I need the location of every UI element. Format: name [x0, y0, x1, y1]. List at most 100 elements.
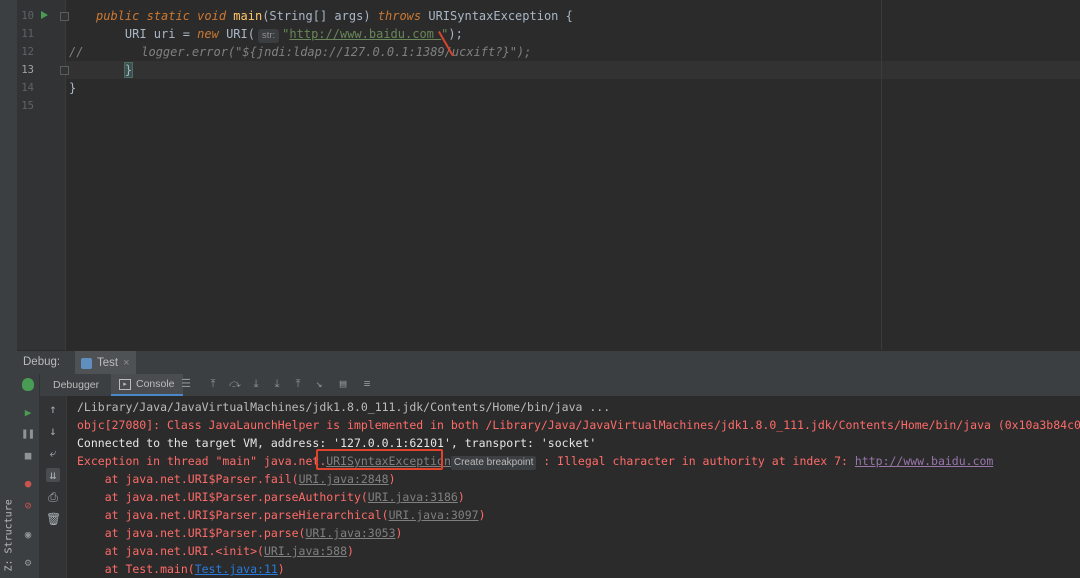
step-over-icon[interactable]: ⤼ — [229, 378, 241, 390]
frame-text: ) — [478, 508, 486, 522]
run-to-cursor-icon[interactable]: ↘ — [313, 378, 325, 390]
exception-message: : Illegal character in authority at inde… — [536, 454, 855, 468]
bug-icon — [22, 378, 34, 391]
frame-text: at Test.main( — [77, 562, 195, 576]
debug-toolbar: Debugger ▸ Console ☰ ⤒ ⤼ ⤓ ⤓ ⤒ ↘ ▤ ≡ — [17, 374, 1080, 397]
debug-title: Debug: — [23, 356, 61, 368]
session-tab-label: Test — [97, 357, 119, 369]
console-output[interactable]: /Library/Java/JavaVirtualMachines/jdk1.8… — [67, 396, 1080, 578]
create-breakpoint-button[interactable]: Create breakpoint — [450, 456, 537, 470]
print-icon[interactable]: ⎙ — [46, 490, 60, 504]
structure-tool-tab[interactable]: Z: Structure — [1, 499, 17, 576]
stack-frame: at java.net.URI$Parser.fail(URI.java:284… — [77, 470, 396, 488]
close-icon[interactable]: × — [123, 357, 129, 369]
frame-source-link[interactable]: URI.java:3186 — [368, 490, 458, 504]
code-comment: logger.error("${jndi:ldap://127.0.0.1:13… — [83, 45, 532, 59]
frame-source-link[interactable]: URI.java:588 — [264, 544, 347, 558]
frame-source-link[interactable]: URI.java:3097 — [389, 508, 479, 522]
force-step-into-icon[interactable]: ⤓ — [271, 378, 283, 390]
parameter-hint: str: — [257, 29, 280, 43]
fold-icon[interactable] — [60, 12, 69, 21]
evaluate-icon[interactable]: ▤ — [337, 378, 349, 390]
code-line-12: // logger.error("${jndi:ldap://127.0.0.1… — [69, 43, 531, 61]
debug-session-tab[interactable]: Test × — [75, 351, 136, 375]
stop-icon[interactable]: ■ — [21, 449, 35, 463]
tab-console[interactable]: ▸ Console — [111, 374, 183, 396]
view-breakpoints-icon[interactable]: ● — [21, 477, 35, 491]
code-keyword: public static void — [96, 9, 234, 23]
stack-frame: at java.net.URI.<init>(URI.java:588) — [77, 542, 354, 560]
soft-wrap-icon[interactable]: ⤶ — [46, 446, 60, 460]
tab-debugger-label: Debugger — [53, 379, 100, 391]
line-number: 11 — [21, 28, 34, 40]
scroll-up-icon[interactable]: ↑ — [46, 402, 60, 416]
stack-frame: at java.net.URI$Parser.parseHierarchical… — [77, 506, 486, 524]
resume-icon[interactable]: ▶ — [21, 406, 35, 420]
frame-source-link[interactable]: Test.java:11 — [195, 562, 278, 576]
code-line-10: public static void main(String[] args) t… — [96, 7, 573, 25]
tab-console-label: Console — [136, 378, 175, 390]
console-toolbar: ↑ ↓ ⤶ ⇊ ⎙ 🗑 — [40, 396, 67, 578]
mute-breakpoints-icon[interactable]: ⊘ — [21, 499, 35, 513]
code-string-url[interactable]: http://www.baidu.com — [289, 27, 441, 41]
code-editor[interactable]: 10 11 12 13 14 15 public static void mai… — [17, 0, 1080, 350]
menu-icon[interactable]: ☰ — [180, 378, 192, 390]
line-number: 13 — [21, 64, 34, 76]
scroll-to-end-icon[interactable]: ⇊ — [46, 468, 60, 482]
code-text: ); — [448, 27, 463, 41]
scroll-down-icon[interactable]: ↓ — [46, 424, 60, 438]
pause-icon[interactable]: ❚❚ — [21, 427, 35, 441]
fold-icon[interactable] — [60, 66, 69, 75]
code-text: (String[] args) — [262, 9, 378, 23]
console-line: objc[27080]: Class JavaLaunchHelper is i… — [77, 418, 1080, 432]
line-number: 10 — [21, 10, 34, 22]
debug-window-header: Debug: Test × — [17, 350, 1080, 375]
frame-text: at java.net.URI$Parser.parseHierarchical… — [77, 508, 389, 522]
annotation-highlight-box — [316, 449, 443, 470]
frame-text: ) — [395, 526, 403, 540]
right-margin-guide — [881, 0, 882, 350]
step-into-icon[interactable]: ⤓ — [250, 378, 262, 390]
code-text: URISyntaxException { — [428, 9, 573, 23]
settings-icon[interactable]: ⚙ — [21, 556, 35, 570]
left-tool-strip: Z: Structure — [0, 0, 18, 578]
camera-icon[interactable]: ◉ — [21, 528, 35, 542]
code-text: URI uri = — [124, 27, 198, 41]
frame-source-link[interactable]: URI.java:2848 — [299, 472, 389, 486]
clear-all-icon[interactable]: 🗑 — [46, 512, 61, 526]
debug-side-toolbar: ▶ ❚❚ ■ ● ⊘ ◉ ⚙ — [17, 374, 40, 578]
frame-text: at java.net.URI$Parser.parse( — [77, 526, 306, 540]
line-number: 14 — [21, 82, 34, 94]
line-number: 12 — [21, 46, 34, 58]
matching-brace: } — [123, 62, 134, 78]
frame-text: at java.net.URI$Parser.parseAuthority( — [77, 490, 368, 504]
trace-icon[interactable]: ≡ — [361, 378, 373, 390]
frame-text: ) — [457, 490, 465, 504]
stack-frame: at java.net.URI$Parser.parseAuthority(UR… — [77, 488, 465, 506]
console-line: /Library/Java/JavaVirtualMachines/jdk1.8… — [77, 400, 611, 414]
exception-prefix: Exception in thread "main" java.net. — [77, 454, 327, 468]
tab-debugger[interactable]: Debugger — [53, 374, 99, 396]
code-line-13: } — [96, 61, 134, 79]
frame-text: at java.net.URI$Parser.fail( — [77, 472, 299, 486]
frame-source-link[interactable]: URI.java:3053 — [305, 526, 395, 540]
stack-frame: at Test.main(Test.java:11) — [77, 560, 285, 578]
stack-frame: at java.net.URI$Parser.parse(URI.java:30… — [77, 524, 403, 542]
current-line-highlight — [66, 61, 1080, 79]
exception-url-link[interactable]: http://www.baidu.com — [855, 454, 993, 468]
step-out-icon[interactable]: ⤒ — [292, 378, 304, 390]
run-icon[interactable] — [41, 11, 48, 19]
structure-tab-label: Z: Structure — [3, 499, 15, 572]
show-execution-point-icon[interactable]: ⤒ — [207, 378, 219, 390]
code-method-name: main — [233, 9, 263, 23]
frame-text: ) — [277, 562, 285, 576]
code-line-14: } — [69, 79, 76, 97]
line-number: 15 — [21, 100, 34, 112]
code-keyword: throws — [377, 9, 429, 23]
code-text: URI( — [226, 27, 255, 41]
console-icon: ▸ — [119, 378, 131, 390]
closing-brace: } — [69, 81, 77, 95]
code-keyword: new — [197, 27, 227, 41]
run-config-icon — [81, 357, 92, 369]
frame-text: at java.net.URI.<init>( — [77, 544, 264, 558]
